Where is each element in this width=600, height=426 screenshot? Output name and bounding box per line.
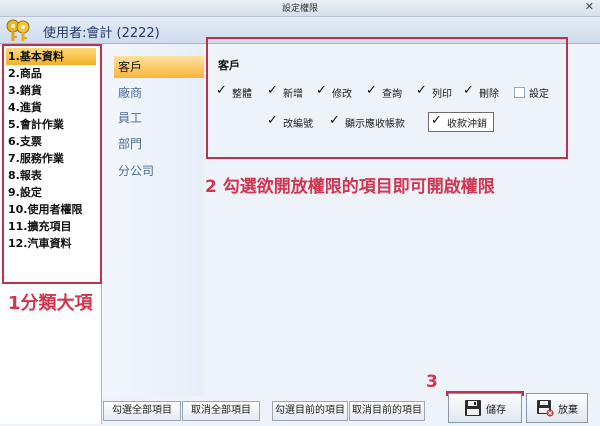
discard-button[interactable]: 放棄 bbox=[526, 393, 588, 423]
current-user-label: 使用者:會計 (2222) bbox=[43, 26, 160, 41]
tab-vendors[interactable]: 廠商 bbox=[114, 82, 204, 104]
tab-customers[interactable]: 客戶 bbox=[114, 56, 204, 78]
select-all-button[interactable]: 勾選全部項目 bbox=[103, 401, 181, 421]
annotation-box-permissions bbox=[206, 37, 568, 159]
tab-employees[interactable]: 員工 bbox=[114, 107, 204, 129]
floppy-discard-icon bbox=[537, 400, 554, 417]
tab-departments[interactable]: 部門 bbox=[114, 133, 204, 155]
clear-all-button[interactable]: 取消全部項目 bbox=[182, 401, 260, 421]
annotation-step2: 2 勾選欲開放權限的項目即可開啟權限 bbox=[205, 177, 495, 197]
select-current-button[interactable]: 勾選目前的項目 bbox=[272, 401, 348, 421]
subcategory-list: 客戶 廠商 員工 部門 分公司 bbox=[102, 44, 204, 396]
window-title: 設定權限 bbox=[281, 4, 318, 14]
save-button-label: 儲存 bbox=[486, 404, 506, 416]
annotation-box-categories bbox=[2, 44, 102, 284]
close-icon[interactable]: ✕ bbox=[585, 0, 594, 13]
discard-button-label: 放棄 bbox=[558, 404, 578, 416]
clear-current-button[interactable]: 取消目前的項目 bbox=[349, 401, 425, 421]
save-button[interactable]: 儲存 bbox=[448, 393, 522, 423]
title-bar: 設定權限 ✕ bbox=[0, 0, 600, 17]
annotation-step1: 1分類大項 bbox=[8, 293, 93, 314]
annotation-step3: 3 bbox=[426, 372, 438, 392]
tab-branches[interactable]: 分公司 bbox=[114, 160, 204, 182]
keys-icon bbox=[6, 19, 30, 41]
floppy-disk-icon bbox=[465, 400, 481, 416]
